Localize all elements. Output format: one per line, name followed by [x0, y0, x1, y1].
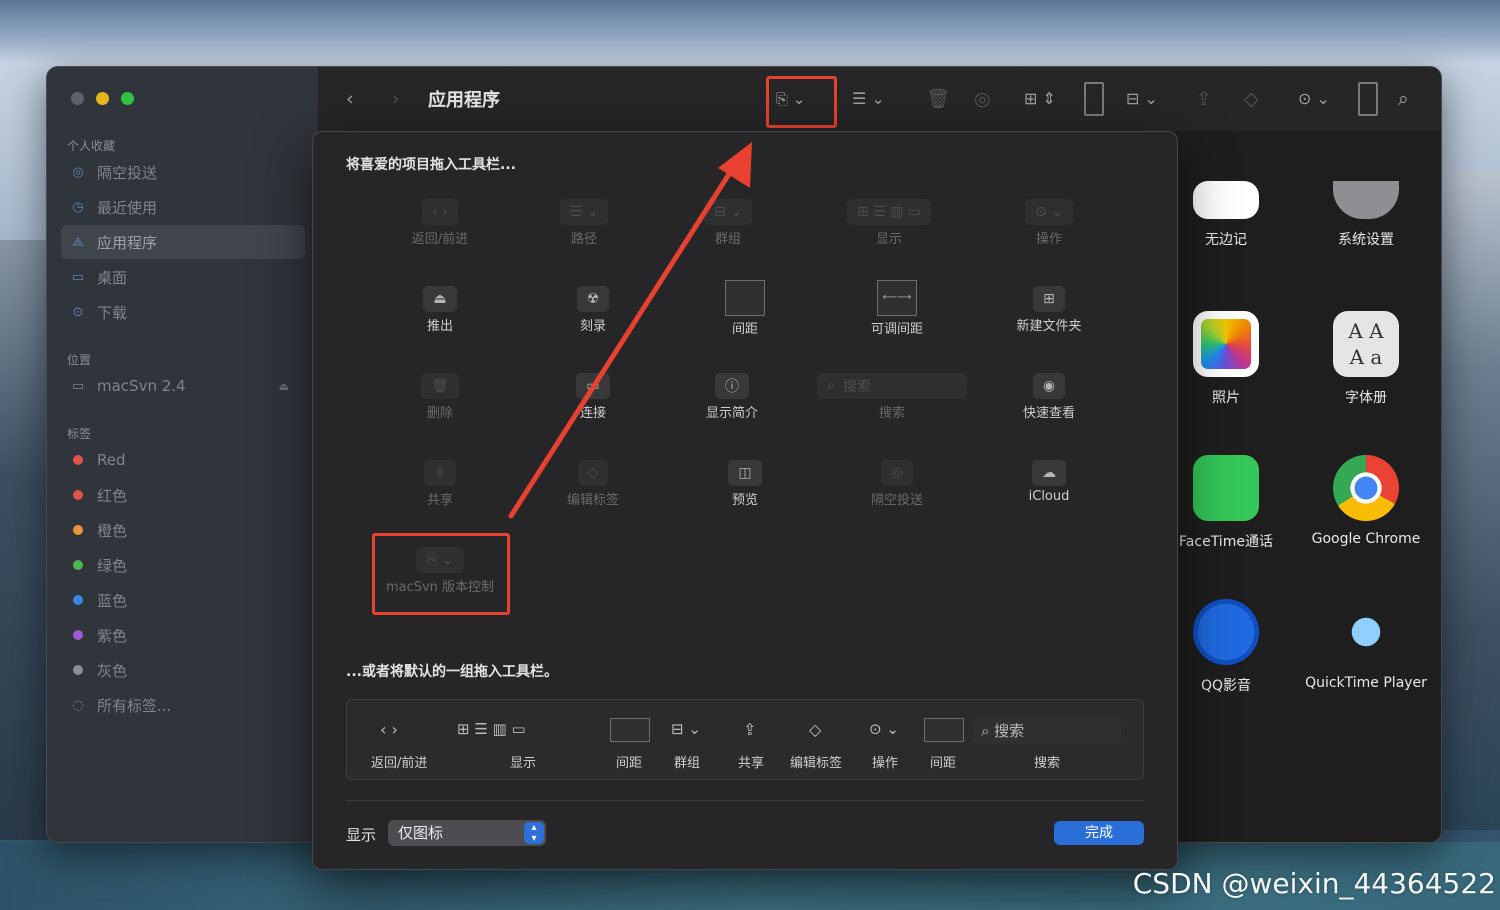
- annotation-arrow: [508, 142, 752, 519]
- arrow-shaft: [508, 157, 741, 519]
- watermark: CSDN @weixin_44364522: [1132, 867, 1496, 900]
